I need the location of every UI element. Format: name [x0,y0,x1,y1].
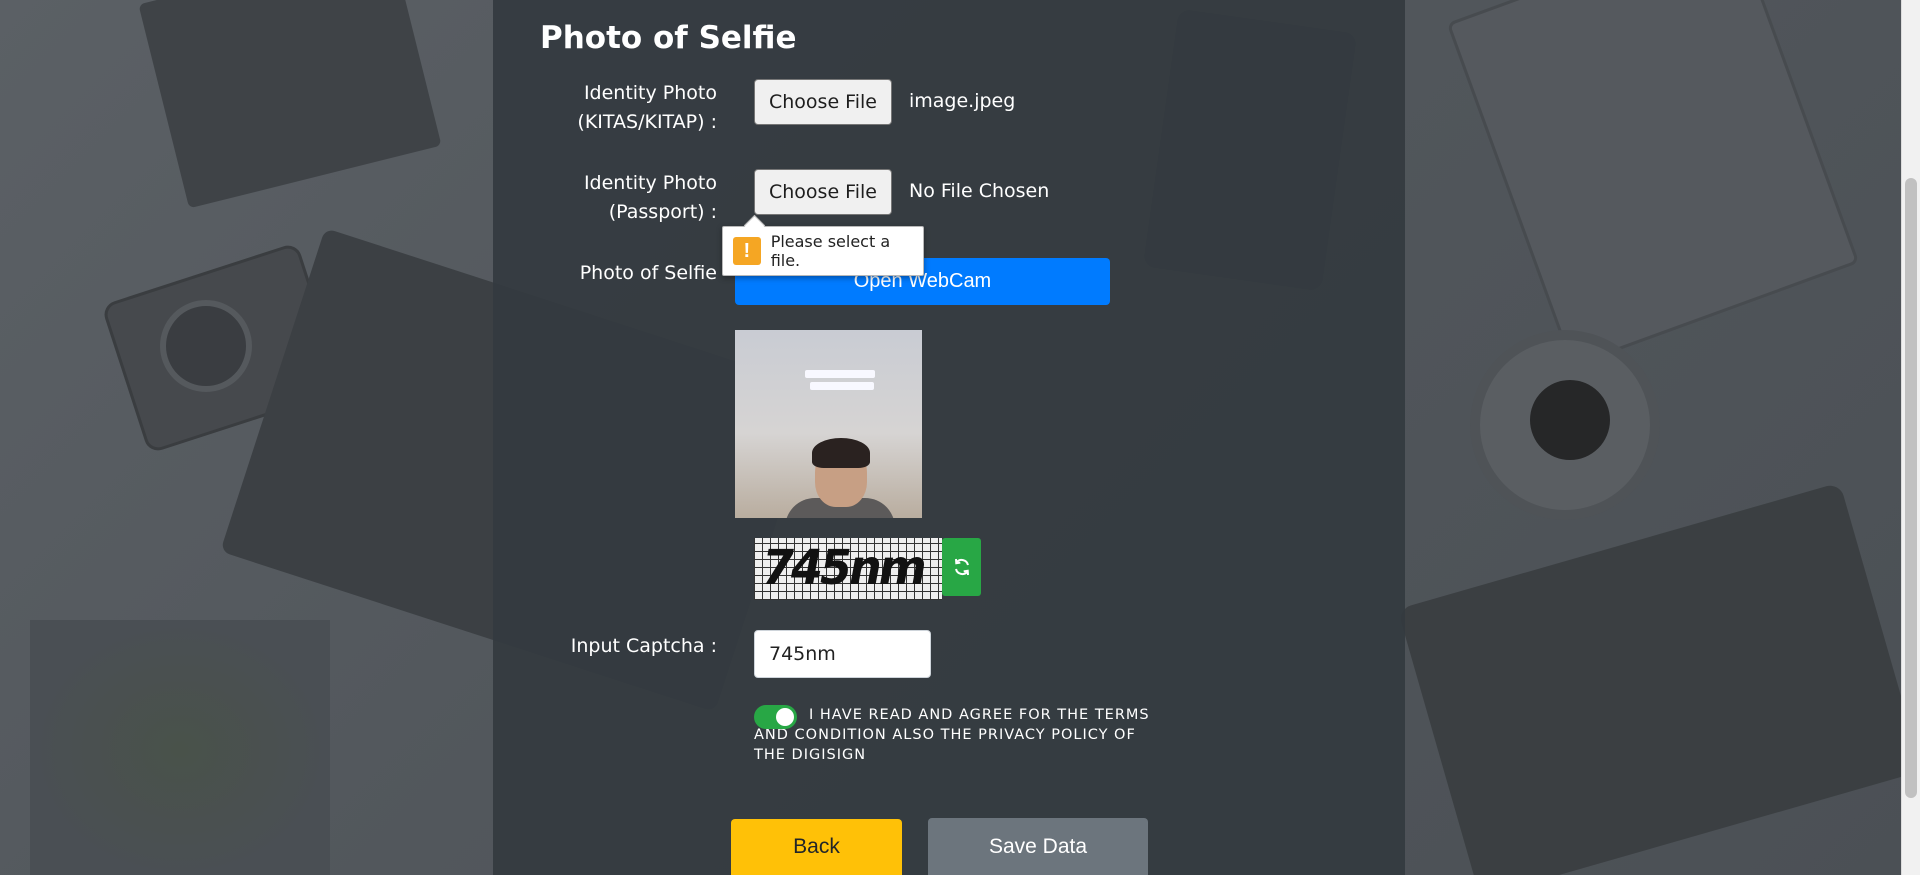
refresh-icon [954,558,969,576]
clipboard-shape [1446,0,1860,368]
notebook-shape [138,0,442,209]
tablet-shape [1397,482,1902,875]
section-title: Photo of Selfie [540,20,797,56]
toggle-knob [776,708,794,726]
save-data-button[interactable]: Save Data [928,818,1148,875]
coffee-shape [1530,380,1610,460]
validation-tooltip: ! Please select a file. [722,226,924,276]
identity-kitas-label: Identity Photo (KITAS/KITAP) : [547,79,717,137]
captcha-input[interactable] [754,630,931,678]
captcha-image-text: 745nm [762,538,927,596]
identity-passport-label-line2: (Passport) : [608,201,717,223]
identity-kitas-label-line1: Identity Photo [583,82,717,104]
identity-passport-label: Identity Photo (Passport) : [547,169,717,227]
identity-passport-label-line1: Identity Photo [583,172,717,194]
plant-shape [30,620,330,875]
agreement-text: I HAVE READ AND AGREE FOR THE TERMS AND … [754,707,1150,763]
person-hair-shape [812,438,870,468]
validation-tooltip-text: Please select a file. [770,232,891,270]
identity-kitas-choose-file-button[interactable]: Choose File [754,79,892,125]
camera-lens-shape [160,300,252,392]
ceiling-light-shape [810,382,874,390]
agreement-toggle[interactable] [754,705,797,729]
captcha-refresh-button[interactable] [942,538,981,596]
input-captcha-label: Input Captcha : [570,635,717,657]
identity-kitas-file-name: image.jpeg [909,90,1016,112]
identity-kitas-label-line2: (KITAS/KITAP) : [577,111,717,133]
identity-passport-file-name: No File Chosen [909,180,1050,202]
scrollbar-thumb[interactable] [1905,178,1917,798]
page-scrollbar[interactable] [1901,0,1920,875]
warning-icon: ! [733,237,761,265]
selfie-preview-image [735,330,922,518]
captcha-image: 745nm [754,538,942,600]
ceiling-light-shape [805,370,875,378]
selfie-label: Photo of Selfie [579,262,717,284]
back-button[interactable]: Back [731,819,902,875]
identity-passport-choose-file-button[interactable]: Choose File [754,169,892,215]
